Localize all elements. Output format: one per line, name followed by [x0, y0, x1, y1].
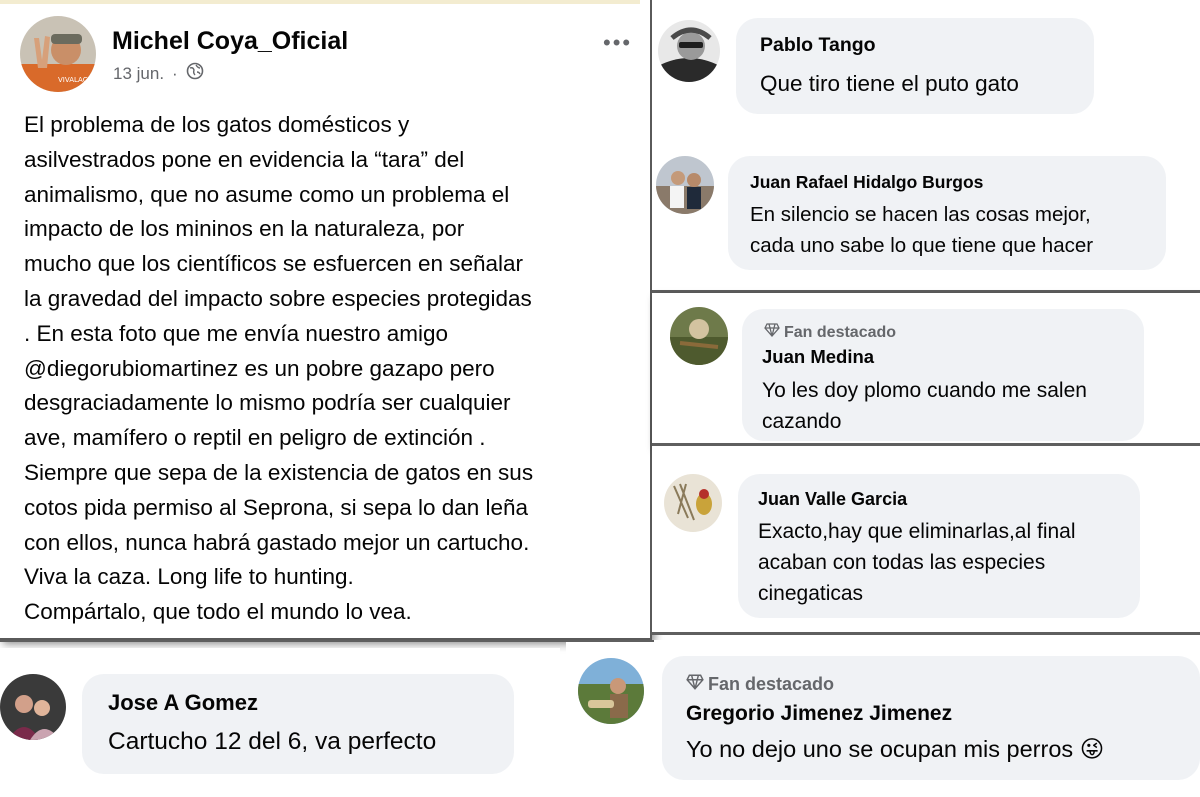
post-date[interactable]: 13 jun. [113, 64, 164, 84]
commenter-name[interactable]: Jose A Gomez [108, 690, 258, 716]
comment-text: En silencio se hacen las cosas mejor, ca… [750, 203, 1094, 257]
avatar-caption: VIVALACAZA [58, 76, 96, 84]
comment-bubble: Fan destacado Juan Medina Yo les doy plo… [742, 309, 1144, 441]
commenter-avatar[interactable] [656, 156, 714, 214]
diamond-icon [764, 323, 780, 342]
diamond-icon [686, 674, 704, 695]
post-author-name[interactable]: Michel Coya_Oficial [112, 27, 348, 56]
commenter-name[interactable]: Juan Valle Garcia [758, 489, 907, 510]
comment-juan-rafael: Juan Rafael Hidalgo Burgos En silencio s… [652, 140, 1200, 290]
commenter-avatar[interactable] [0, 674, 66, 740]
comment-text: Cartucho 12 del 6, va perfecto [108, 728, 437, 755]
post-body: El problema de los gatos domésticos y as… [24, 112, 534, 625]
post-card: VIVALACAZA Michel Coya_Oficial 13 jun. ·… [0, 0, 652, 640]
commenter-avatar[interactable] [670, 307, 728, 365]
comment-bubble: Pablo Tango Que tiro tiene el puto gato [736, 18, 1094, 114]
post-meta: 13 jun. · [113, 62, 204, 85]
commenter-avatar[interactable] [658, 20, 720, 82]
comment-bubble: Juan Rafael Hidalgo Burgos En silencio s… [728, 156, 1166, 270]
badge-label: Fan destacado [784, 323, 897, 341]
commenter-avatar[interactable] [664, 474, 722, 532]
commenter-name[interactable]: Gregorio Jimenez Jimenez [686, 702, 952, 726]
meta-separator: · [172, 63, 178, 83]
post-author-avatar[interactable]: VIVALACAZA [20, 16, 96, 92]
winking-tongue-emoji: 😜 [1079, 736, 1105, 762]
commenter-name[interactable]: Juan Medina [762, 346, 874, 368]
comment-juan-valle: Juan Valle Garcia Exacto,hay que elimina… [652, 446, 1200, 635]
top-strip [0, 0, 640, 4]
comment-text-body: Yo no dejo uno se ocupan mis perros [686, 736, 1074, 762]
divider [0, 640, 654, 642]
comment-juan-medina: Fan destacado Juan Medina Yo les doy plo… [652, 293, 1200, 446]
commenter-name[interactable]: Juan Rafael Hidalgo Burgos [750, 172, 983, 193]
top-fan-badge: Fan destacado [764, 323, 896, 342]
badge-label: Fan destacado [708, 674, 835, 694]
commenter-avatar[interactable] [578, 658, 644, 724]
comment-bubble: Fan destacado Gregorio Jimenez Jimenez Y… [662, 656, 1200, 780]
comment-jose: Jose A Gomez Cartucho 12 del 6, va perfe… [0, 648, 560, 788]
comment-text: Yo no dejo uno se ocupan mis perros 😜 [686, 734, 1104, 765]
more-options-icon[interactable]: ••• [603, 30, 632, 56]
comment-bubble: Juan Valle Garcia Exacto,hay que elimina… [738, 474, 1140, 618]
commenter-name[interactable]: Pablo Tango [760, 34, 876, 57]
comment-gregorio: Fan destacado Gregorio Jimenez Jimenez Y… [566, 640, 1200, 790]
comment-text: Exacto,hay que eliminarlas,al final acab… [758, 520, 1076, 605]
globe-icon [186, 62, 204, 85]
comment-text: Que tiro tiene el puto gato [760, 71, 1019, 96]
comment-pablo: Pablo Tango Que tiro tiene el puto gato [652, 0, 1200, 140]
comment-bubble: Jose A Gomez Cartucho 12 del 6, va perfe… [82, 674, 514, 774]
top-fan-badge: Fan destacado [686, 674, 834, 695]
comment-text: Yo les doy plomo cuando me salen cazando [762, 379, 1087, 433]
